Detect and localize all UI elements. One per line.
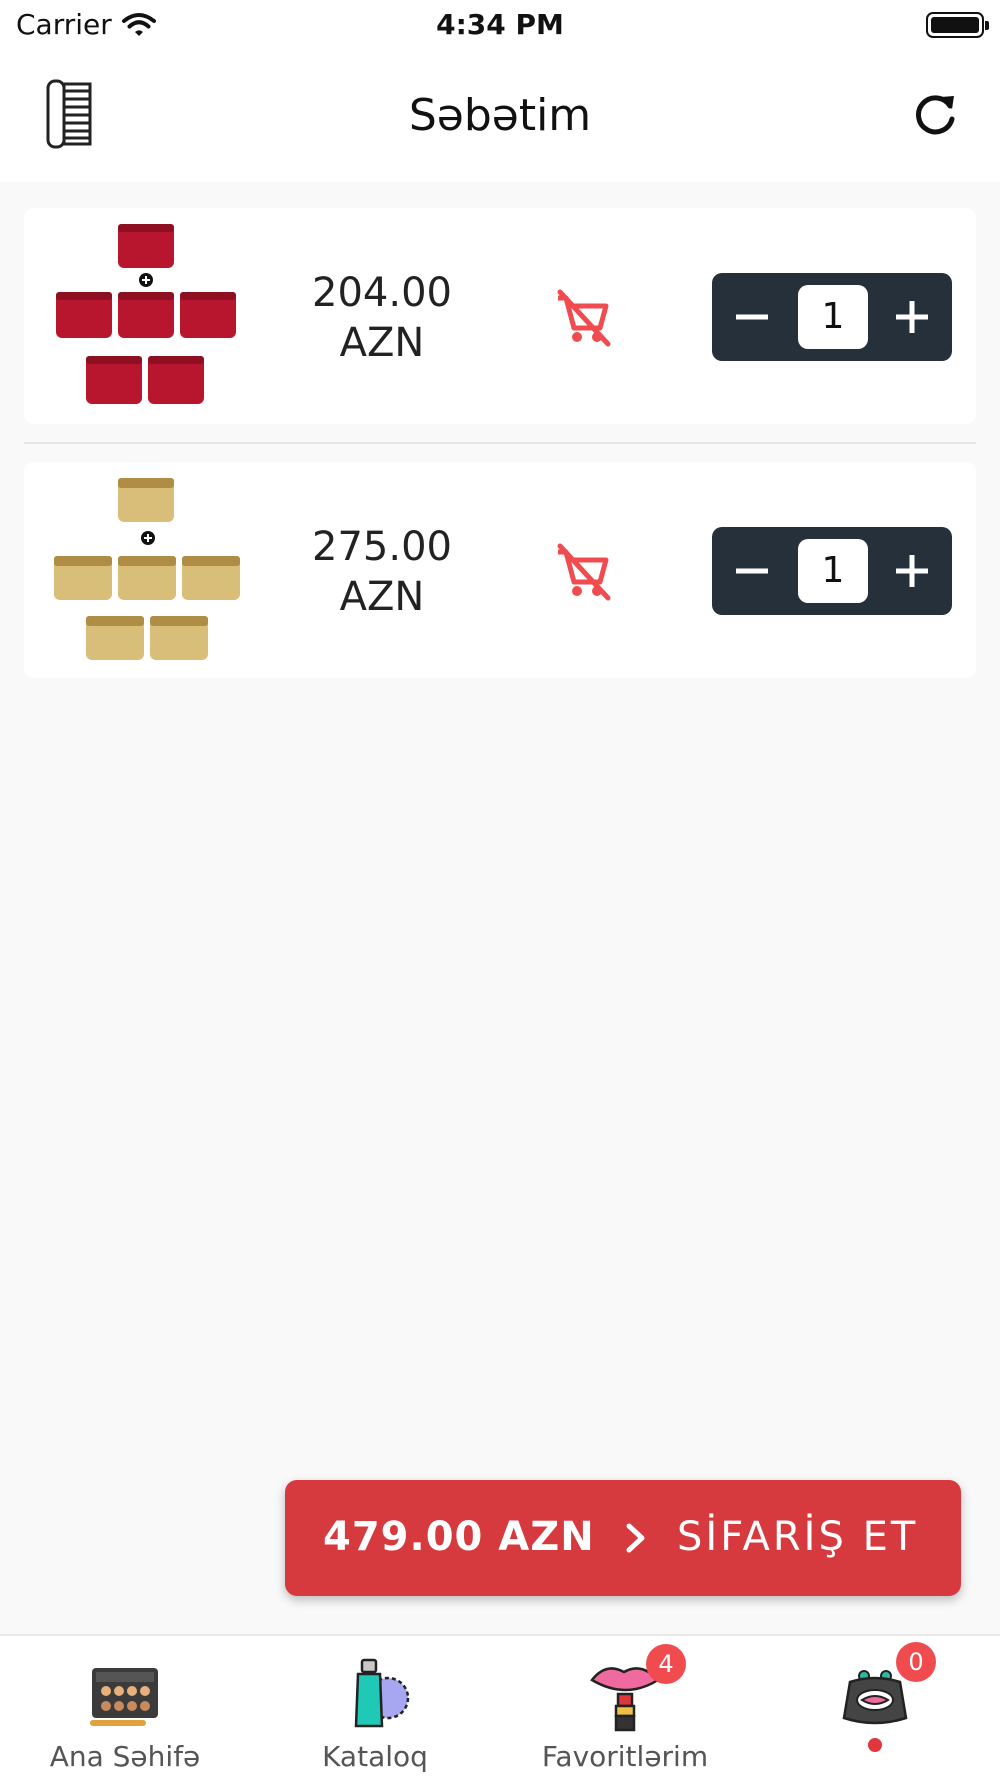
tab-bar: Ana Səhifə Kataloq Favoritlərim 4 0 (0, 1634, 1000, 1778)
palette-icon (90, 1668, 158, 1726)
chevron-right-icon (626, 1523, 645, 1553)
refresh-icon[interactable] (910, 90, 960, 140)
active-tab-indicator (868, 1738, 882, 1752)
cart-item: 275.00 AZN 1 (24, 462, 976, 678)
increase-quantity-button[interactable] (890, 549, 934, 593)
remove-from-cart-icon[interactable] (550, 540, 614, 604)
tab-cart[interactable]: 0 (750, 1636, 1000, 1778)
cart-item: 204.00 AZN 1 (24, 208, 976, 424)
favorites-count-badge: 4 (646, 1644, 686, 1684)
page-title: Səbətim (408, 90, 592, 141)
tab-label: Ana Səhifə (49, 1740, 201, 1773)
nav-bar: Səbətim (0, 52, 1000, 182)
place-order-button[interactable]: 479.00 AZN SİFARİŞ ET (285, 1480, 961, 1596)
decrease-quantity-button[interactable] (730, 295, 774, 339)
quantity-value[interactable]: 1 (798, 539, 868, 603)
tab-label: Kataloq (322, 1740, 428, 1773)
order-label: SİFARİŞ ET (677, 1514, 919, 1560)
cart-list: 204.00 AZN 1 275.00 AZN 1 (24, 208, 976, 678)
product-image-red-cream[interactable] (52, 222, 240, 410)
order-total: 479.00 AZN (323, 1514, 595, 1560)
perfume-icon (354, 1658, 410, 1728)
status-bar: Carrier 4:34 PM (0, 0, 1000, 52)
price-currency: AZN (339, 574, 425, 620)
tab-catalog[interactable]: Kataloq (250, 1636, 500, 1778)
cart-count-badge: 0 (896, 1642, 936, 1682)
price-amount: 275.00 (312, 524, 452, 570)
decrease-quantity-button[interactable] (730, 549, 774, 593)
divider (24, 442, 976, 444)
status-time: 4:34 PM (436, 8, 564, 41)
quantity-stepper: 1 (712, 527, 952, 615)
quantity-stepper: 1 (712, 273, 952, 361)
tab-home[interactable]: Ana Səhifə (0, 1636, 250, 1778)
tab-label: Favoritlərim (541, 1740, 709, 1773)
price-currency: AZN (339, 320, 425, 366)
item-price: 204.00 AZN (274, 268, 490, 368)
product-image-gold-cream[interactable] (52, 476, 240, 664)
remove-from-cart-icon[interactable] (550, 286, 614, 350)
battery-icon (926, 12, 989, 38)
increase-quantity-button[interactable] (890, 295, 934, 339)
quantity-value[interactable]: 1 (798, 285, 868, 349)
item-price: 275.00 AZN (274, 522, 490, 622)
price-amount: 204.00 (312, 270, 452, 316)
tab-favorites[interactable]: Favoritlərim 4 (500, 1636, 750, 1778)
